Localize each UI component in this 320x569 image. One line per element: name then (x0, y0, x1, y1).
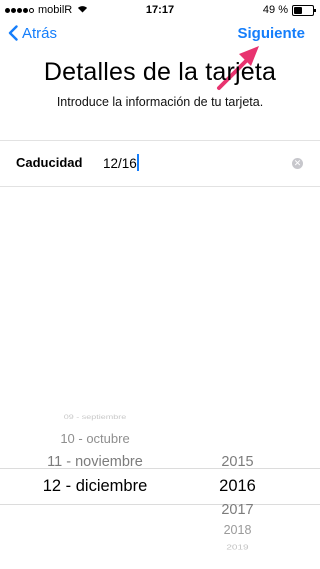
picker-year-item[interactable]: 2015 (200, 454, 275, 470)
page-subtitle: Introduce la información de tu tarjeta. (56, 95, 264, 109)
picker-year-item[interactable]: 2017 (200, 502, 275, 518)
text-cursor (137, 154, 139, 171)
picker-year-selected[interactable]: 2016 (200, 477, 275, 496)
back-button[interactable]: Atrás (8, 22, 57, 44)
picker-month-item[interactable]: 10 - octubre (0, 431, 190, 446)
next-button-label: Siguiente (237, 24, 305, 42)
status-bar: mobilR 17:17 49 % (0, 0, 320, 20)
picker-month-selected[interactable]: 12 - diciembre (0, 477, 190, 496)
page-title: Detalles de la tarjeta (43, 58, 277, 86)
picker-year-item[interactable]: 2019 (200, 543, 275, 551)
next-button[interactable]: Siguiente (237, 22, 305, 44)
battery-level (294, 6, 302, 14)
battery-percentage: 49 % (262, 4, 288, 16)
picker-month-item[interactable]: 11 - noviembre (0, 454, 190, 470)
expiry-input[interactable] (103, 153, 273, 173)
chevron-left-icon (8, 25, 18, 41)
picker-year-item[interactable]: 2018 (200, 523, 275, 537)
picker-month-item[interactable]: 09 - septiembre (0, 414, 190, 421)
clear-icon[interactable]: ✕ (292, 158, 303, 169)
expiry-label: Caducidad (16, 155, 83, 170)
back-button-label: Atrás (22, 24, 58, 42)
expiry-field-row: Caducidad ✕ (0, 140, 320, 187)
battery-icon (292, 4, 316, 16)
expiry-date-picker[interactable]: 09 - septiembre 10 - octubre 11 - noviem… (0, 405, 320, 569)
status-right: 49 % (262, 4, 316, 16)
